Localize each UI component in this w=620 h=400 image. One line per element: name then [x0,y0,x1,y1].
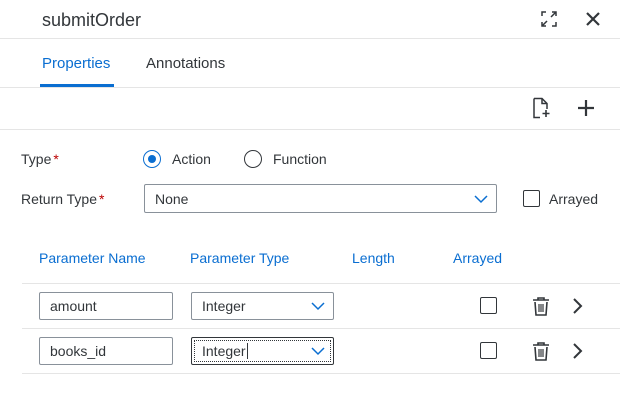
tab-properties[interactable]: Properties [42,55,110,73]
expand-button[interactable] [538,8,560,30]
radio-function-label[interactable]: Function [273,151,327,168]
add-document-icon [533,97,550,119]
chevron-down-icon [474,194,488,203]
parameter-name-input[interactable]: amount [39,292,173,320]
table-header-divider [22,283,620,284]
trash-icon [533,342,549,361]
header-divider [0,38,620,39]
type-label-text: Type [21,151,52,167]
dialog-title: submitOrder [42,10,142,30]
add-button[interactable] [575,97,597,119]
delete-row-button[interactable] [530,340,552,362]
expand-icon [541,11,557,27]
col-header-length: Length [352,250,395,266]
parameter-type-select[interactable]: Integer [191,337,334,365]
table-row-divider [22,328,620,329]
parameter-name-input[interactable]: books_id [39,337,173,365]
radio-action[interactable] [143,150,161,168]
required-mark: * [99,191,105,207]
table-row-divider [22,373,620,374]
required-mark: * [53,151,59,167]
tab-bar-divider [0,87,620,88]
chevron-down-icon [311,347,325,356]
row-detail-button[interactable] [566,340,588,362]
return-type-label: Return Type * [21,191,104,208]
close-button[interactable] [582,8,604,30]
chevron-right-icon [573,343,583,359]
plus-icon [578,100,594,116]
trash-icon [533,297,549,316]
parameter-type-value: Integer [202,298,246,314]
delete-row-button[interactable] [530,295,552,317]
parameter-type-select[interactable]: Integer [191,292,334,320]
add-document-button[interactable] [530,97,552,119]
tab-annotations[interactable]: Annotations [146,55,225,73]
arrayed-checkbox[interactable] [523,190,540,207]
row-arrayed-checkbox[interactable] [480,297,497,314]
col-header-arrayed: Arrayed [453,250,503,266]
toolbar-divider [0,129,620,130]
chevron-right-icon [573,298,583,314]
radio-function[interactable] [244,150,262,168]
col-header-parameter-type: Parameter Type [190,250,290,266]
return-type-value: None [155,190,189,207]
text-caret [246,343,248,359]
row-detail-button[interactable] [566,295,588,317]
type-label: Type * [21,151,59,168]
arrayed-label: Arrayed [549,191,599,207]
radio-action-label[interactable]: Action [172,151,211,168]
row-arrayed-checkbox[interactable] [480,342,497,359]
col-header-parameter-name: Parameter Name [39,250,146,266]
chevron-down-icon [311,302,325,311]
return-type-select[interactable]: None [144,184,497,213]
parameter-name-value: amount [50,298,97,314]
parameter-type-value: Integer [202,343,246,359]
return-type-label-text: Return Type [21,191,98,207]
parameter-name-value: books_id [50,343,107,359]
close-icon [586,12,600,26]
